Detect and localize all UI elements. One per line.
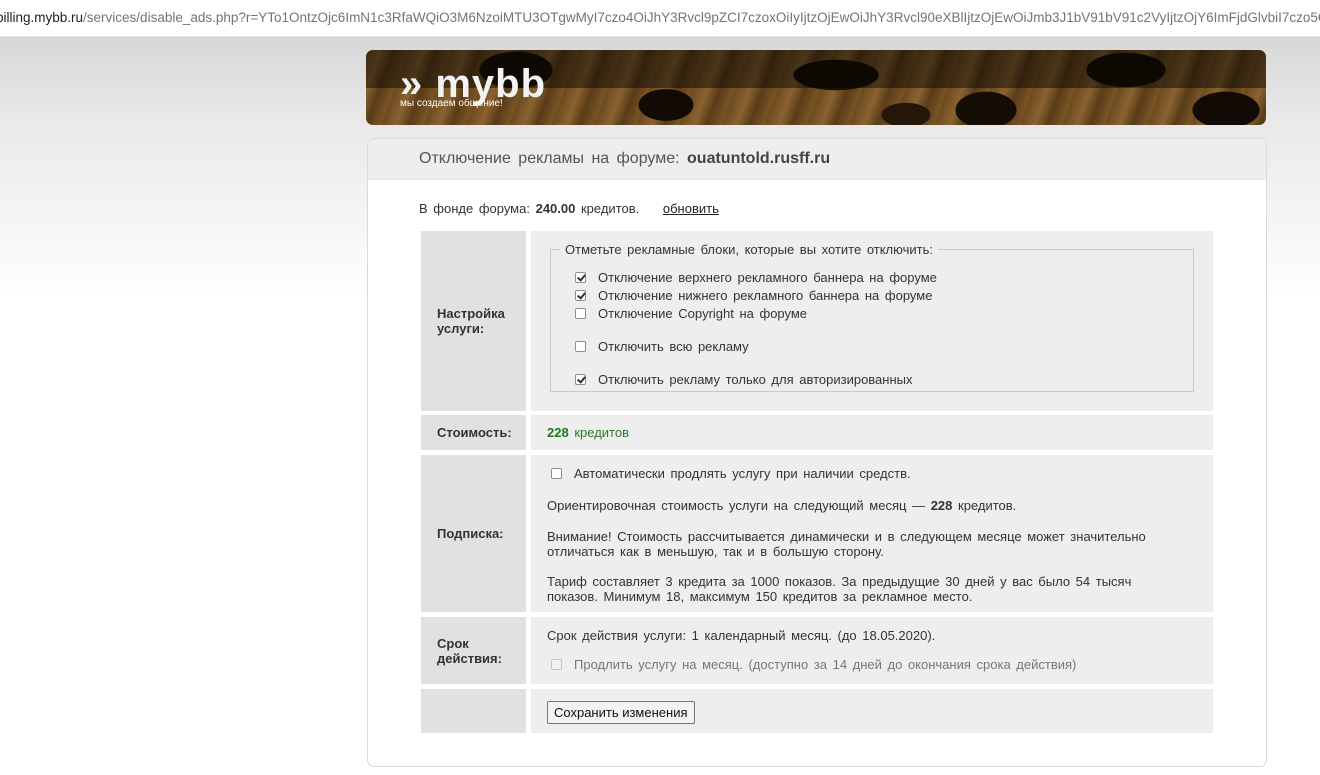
subscription-label: Подписка: [421, 455, 526, 612]
service-settings-row: Настройка услуги: Отметьте рекламные бло… [421, 231, 1213, 411]
service-panel: Отключение рекламы на форуме: ouatuntold… [367, 138, 1267, 767]
estimate-text: Ориентировочная стоимость услуги на след… [547, 498, 1017, 513]
checkbox-copyright[interactable] [575, 308, 586, 319]
checkbox-extend[interactable] [551, 659, 562, 670]
actions-label-cell [421, 689, 526, 733]
subscription-row: Подписка: Автоматически продлять услугу … [421, 455, 1213, 612]
url-host: billing.mybb.ru [0, 10, 84, 25]
option-bottom-banner[interactable]: Отключение нижнего рекламного баннера на… [575, 288, 932, 303]
page-title-prefix: Отключение рекламы на форуме: [419, 150, 680, 167]
subscription-value: Автоматически продлять услугу при наличи… [531, 455, 1213, 612]
page-title: Отключение рекламы на форуме: ouatuntold… [368, 139, 1266, 180]
term-label: Срок действия: [421, 617, 526, 684]
cost-unit: кредитов [574, 425, 629, 440]
mybb-logo[interactable]: » mybb мы создаем общение! [400, 64, 546, 109]
cost-value: 228 кредитов [531, 415, 1213, 450]
service-settings-value: Отметьте рекламные блоки, которые вы хот… [531, 231, 1213, 411]
ad-blocks-legend: Отметьте рекламные блоки, которые вы хот… [565, 242, 933, 257]
auto-renew-option[interactable]: Автоматически продлять услугу при наличи… [551, 466, 911, 481]
actions-row: Сохранить изменения [421, 689, 1213, 733]
service-settings-label: Настройка услуги: [421, 231, 526, 411]
forum-domain: ouatuntold.rusff.ru [687, 150, 831, 167]
checkbox-auto-renew[interactable] [551, 468, 562, 479]
checkbox-all-ads[interactable] [575, 341, 586, 352]
cost-amount: 228 [547, 425, 569, 440]
option-authorized-only[interactable]: Отключить рекламу только для авторизиров… [575, 372, 913, 387]
url-path: /services/disable_ads.php?r=YTo1OntzOjc6… [83, 10, 1320, 25]
address-bar[interactable]: billing.mybb.ru/services/disable_ads.php… [0, 0, 1320, 37]
refresh-link[interactable]: обновить [663, 201, 719, 216]
checkbox-bottom-banner[interactable] [575, 290, 586, 301]
checkbox-top-banner[interactable] [575, 272, 586, 283]
fund-label: В фонде форума: [419, 201, 530, 216]
term-row: Срок действия: Срок действия услуги: 1 к… [421, 617, 1213, 684]
option-all-ads[interactable]: Отключить всю рекламу [575, 339, 749, 354]
option-top-banner[interactable]: Отключение верхнего рекламного баннера н… [575, 270, 937, 285]
checkbox-authorized-only[interactable] [575, 374, 586, 385]
term-text: Срок действия услуги: 1 календарный меся… [547, 628, 936, 643]
forum-fund: В фонде форума: 240.00 кредитов. обновит… [419, 201, 719, 216]
fund-amount: 240.00 [535, 201, 576, 216]
actions-value-cell: Сохранить изменения [531, 689, 1213, 733]
logo-tagline: мы создаем общение! [400, 98, 503, 109]
warning-text: Внимание! Стоимость рассчитывается динам… [547, 529, 1146, 559]
fund-unit: кредитов. [580, 201, 640, 216]
site-header: » mybb мы создаем общение! [366, 50, 1266, 125]
save-changes-button[interactable]: Сохранить изменения [547, 701, 695, 724]
extend-option[interactable]: Продлить услугу на месяц. (доступно за 1… [551, 657, 1076, 672]
option-copyright[interactable]: Отключение Copyright на форуме [575, 306, 807, 321]
tariff-text: Тариф составляет 3 кредита за 1000 показ… [547, 574, 1132, 604]
cost-row: Стоимость: 228 кредитов [421, 415, 1213, 450]
cost-label: Стоимость: [421, 415, 526, 450]
term-value: Срок действия услуги: 1 календарный меся… [531, 617, 1213, 684]
